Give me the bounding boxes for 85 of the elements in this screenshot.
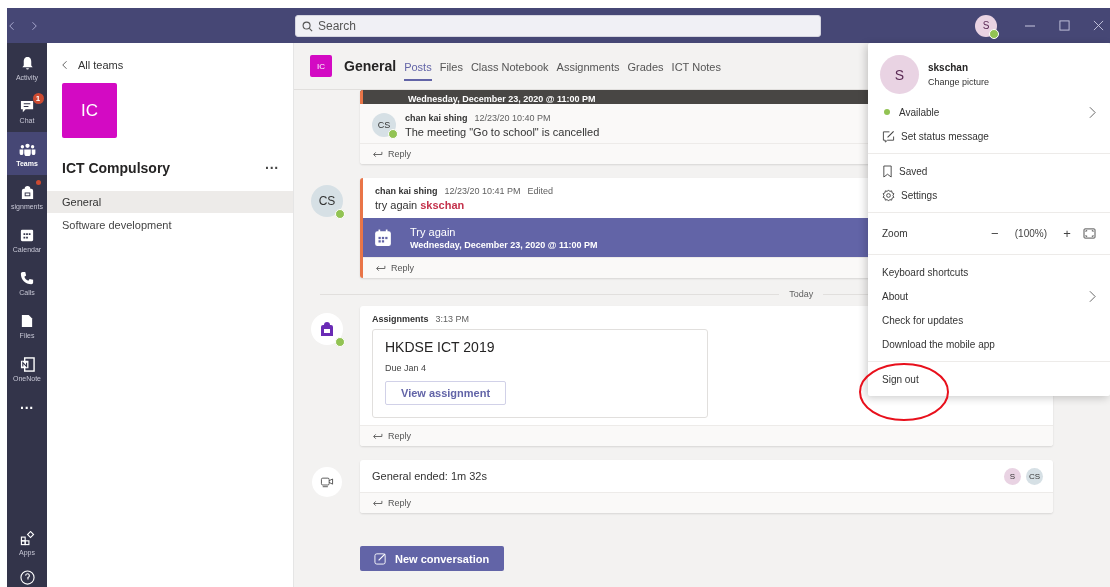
timestamp: 12/23/20 10:40 PM — [474, 113, 551, 123]
edited-label: Edited — [527, 186, 554, 196]
status-dot — [884, 109, 890, 115]
view-assignment-button[interactable]: View assignment — [385, 381, 507, 405]
tab[interactable]: Grades — [627, 53, 664, 81]
forward-icon[interactable] — [31, 20, 37, 31]
unread-badge: 1 — [32, 92, 44, 104]
reply-button[interactable]: Reply — [360, 492, 1053, 513]
author-name: Assignments — [372, 314, 429, 324]
message-text: try again skschan — [375, 199, 466, 211]
all-teams-link[interactable]: All teams — [47, 43, 293, 71]
calendar-icon — [20, 228, 34, 242]
menu-item[interactable]: Sign out — [868, 367, 1110, 391]
reply-icon — [375, 264, 386, 272]
participant-avatar: CS — [1026, 467, 1043, 485]
phone-icon — [20, 271, 34, 285]
search-icon — [302, 20, 313, 32]
backpack-icon — [319, 321, 335, 337]
tab[interactable]: Assignments — [556, 53, 620, 81]
change-picture-link[interactable]: Change picture — [928, 77, 990, 87]
channel-item[interactable]: General — [47, 191, 293, 213]
user-name: skschan — [928, 62, 970, 73]
message-text: The meeting "Go to school" is cancelled — [405, 126, 600, 138]
tab[interactable]: Class Notebook — [470, 53, 549, 81]
reply-icon — [372, 150, 383, 158]
user-avatar[interactable]: S — [975, 14, 997, 37]
user-avatar[interactable]: S — [880, 55, 919, 94]
timestamp: 3:13 PM — [435, 314, 470, 324]
fullscreen-icon[interactable] — [1083, 228, 1096, 239]
more-options-button[interactable]: ··· — [265, 160, 279, 176]
date-divider: Today — [789, 289, 814, 299]
menu-item[interactable]: Settings — [868, 183, 1110, 207]
settings-icon — [882, 188, 895, 202]
team-name: ICT Compulsory — [62, 160, 171, 176]
author-name: chan kai shing — [375, 186, 438, 196]
zoom-label: Zoom — [882, 228, 909, 239]
tab[interactable]: Files — [439, 53, 463, 81]
notebook-icon — [19, 356, 35, 372]
help-icon[interactable] — [19, 570, 35, 585]
zoom-in-button[interactable]: + — [1061, 226, 1073, 241]
chat-icon — [19, 98, 35, 114]
user-avatar: CS — [311, 185, 343, 217]
maximize-icon[interactable] — [1059, 20, 1070, 31]
more-apps-button[interactable]: ··· — [20, 400, 34, 416]
back-icon[interactable] — [9, 20, 15, 31]
menu-item[interactable]: About — [868, 284, 1110, 308]
back-icon — [62, 60, 68, 70]
menu-item[interactable]: Check for updates — [868, 308, 1110, 332]
meeting-date: Wednesday, December 23, 2020 @ 11:00 PM — [410, 239, 598, 250]
author-name: chan kai shing — [405, 113, 468, 123]
zoom-out-button[interactable]: − — [988, 226, 1001, 241]
menu-item[interactable]: Download the mobile app — [868, 332, 1110, 356]
apps-icon — [19, 530, 35, 546]
calendar-icon — [374, 228, 392, 247]
close-icon[interactable] — [1093, 20, 1104, 31]
team-tile: IC — [310, 55, 332, 77]
backpack-icon — [19, 184, 35, 200]
bookmark-icon — [882, 164, 893, 178]
team-tile: IC — [62, 83, 117, 138]
new-conversation-button[interactable]: New conversation — [360, 546, 505, 571]
reply-button[interactable]: Reply — [360, 425, 1053, 446]
meeting-title: Try again — [410, 225, 457, 238]
channel-name: General — [344, 58, 397, 74]
tab[interactable]: ICT Notes — [671, 53, 721, 81]
people-icon — [18, 142, 36, 156]
due-date: Due Jan 4 — [385, 363, 427, 373]
tab[interactable]: Posts — [404, 53, 432, 81]
menu-item[interactable]: Available — [868, 100, 1110, 124]
file-icon — [21, 314, 33, 328]
meeting-date: Wednesday, December 23, 2020 @ 11:00 PM — [408, 94, 596, 104]
reply-icon — [372, 499, 383, 507]
video-call-icon — [320, 476, 334, 488]
call-summary: General ended: 1m 32s — [372, 470, 487, 482]
presence-icon — [335, 209, 345, 219]
zoom-level: (100%) — [1014, 228, 1047, 239]
assignment-title: HKDSE ICT 2019 — [385, 339, 495, 355]
participant-avatar: S — [1004, 467, 1021, 485]
edit-icon — [882, 129, 895, 143]
timestamp: 12/23/20 10:41 PM — [444, 186, 521, 196]
compose-icon — [374, 552, 387, 565]
presence-icon — [388, 129, 398, 139]
channel-item[interactable]: Software development — [47, 214, 293, 236]
reply-icon — [372, 432, 383, 440]
search-field[interactable]: Search — [295, 14, 821, 37]
user-avatar: CS — [372, 113, 396, 137]
